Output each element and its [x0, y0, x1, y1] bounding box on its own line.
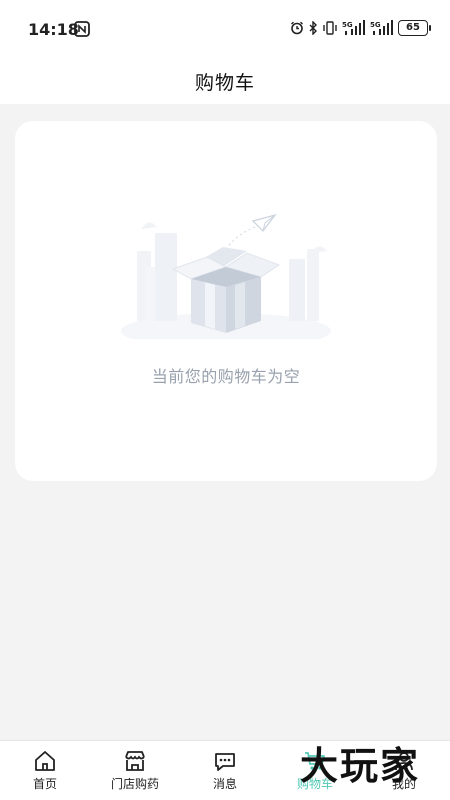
- bottom-nav: 首页 门店购药 消息 购物车 我的: [0, 740, 450, 800]
- bluetooth-icon: [309, 21, 317, 35]
- empty-cart-message: 当前您的购物车为空: [151, 367, 301, 386]
- nav-item-mine[interactable]: 我的: [364, 749, 444, 799]
- empty-cart-card: 当前您的购物车为空: [15, 121, 437, 481]
- nav-label-cart: 购物车: [296, 777, 333, 791]
- status-bar: 14:18 5G 5G 65: [0, 0, 450, 58]
- app-header: 购物车: [0, 58, 450, 104]
- nfc-icon: [74, 21, 90, 37]
- cart-icon: [305, 752, 325, 770]
- vibrate-icon: [323, 21, 337, 35]
- signal-5g-icon: 5G: [370, 20, 393, 35]
- user-icon: [395, 752, 413, 771]
- status-time: 14:18: [28, 20, 79, 39]
- alarm-icon: [291, 21, 303, 35]
- nav-label-message: 消息: [212, 777, 237, 791]
- nav-label-store: 门店购药: [110, 777, 159, 791]
- nav-label-home: 首页: [32, 777, 57, 791]
- battery-indicator: 65: [398, 20, 431, 36]
- page-title: 购物车: [194, 71, 255, 94]
- svg-text:5G: 5G: [370, 21, 381, 29]
- store-icon: [125, 751, 145, 771]
- signal-5g-icon: 5G: [342, 20, 365, 35]
- nav-item-store[interactable]: 门店购药: [95, 749, 175, 799]
- nav-label-mine: 我的: [391, 777, 416, 791]
- empty-box-illustration: [121, 213, 331, 339]
- message-icon: [215, 753, 235, 771]
- nav-item-message[interactable]: 消息: [185, 749, 265, 799]
- nav-item-home[interactable]: 首页: [5, 749, 85, 799]
- nav-item-cart[interactable]: 购物车: [275, 749, 355, 799]
- status-icons: 5G 5G 65: [290, 20, 431, 36]
- svg-text:5G: 5G: [342, 21, 353, 29]
- home-icon: [35, 751, 55, 771]
